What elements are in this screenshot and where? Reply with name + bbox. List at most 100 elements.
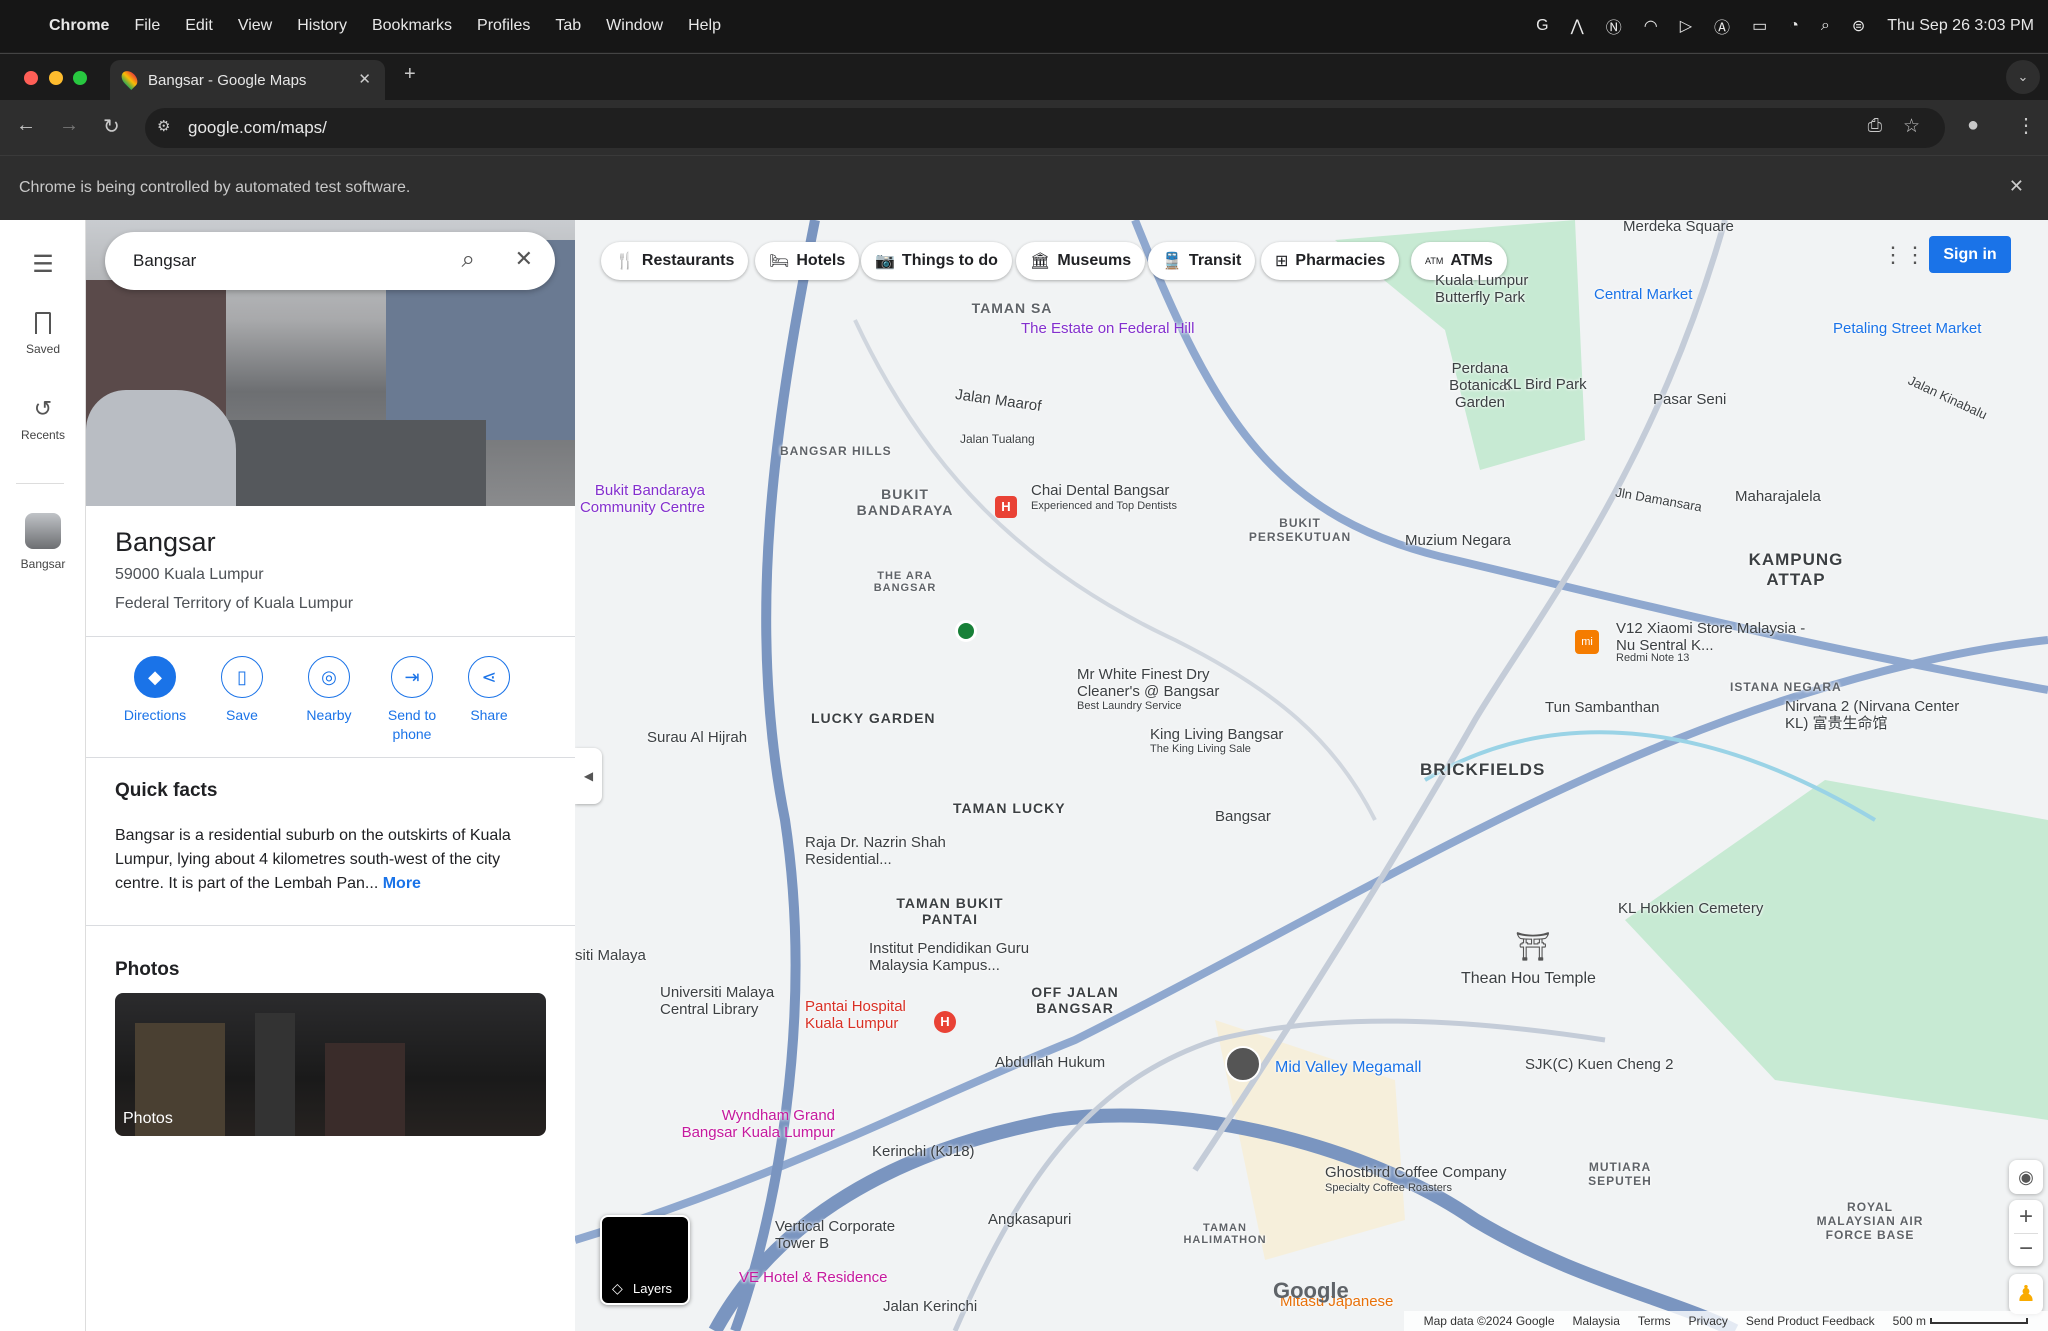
map-label[interactable]: THE ARA BANGSAR [860, 570, 950, 594]
menu-profiles[interactable]: Profiles [477, 17, 530, 35]
clock[interactable]: Thu Sep 26 3:03 PM [1887, 17, 2034, 35]
map-label[interactable]: Mr White Finest Dry Cleaner's @ Bangsar [1077, 666, 1267, 700]
map-label[interactable]: TAMAN SA [947, 300, 1077, 316]
site-info-icon[interactable]: ⚙ [157, 117, 170, 135]
menu-tab[interactable]: Tab [555, 17, 581, 35]
map-label[interactable]: ISTANA NEGARA [1730, 680, 1860, 694]
map-label[interactable]: Raja Dr. Nazrin Shah Residential... [805, 834, 995, 868]
status-icon-g[interactable]: G [1536, 17, 1548, 35]
map-label[interactable]: King Living Bangsar [1150, 726, 1283, 743]
map-label[interactable]: Nirvana 2 (Nirvana Center KL) 富贵生命馆 [1785, 698, 1985, 732]
search-input[interactable]: Bangsar [133, 251, 196, 271]
maximize-window-button[interactable] [73, 71, 87, 85]
zoom-in-button[interactable]: + [2019, 1200, 2033, 1233]
search-icon[interactable]: ⌕ [462, 246, 475, 274]
map-label[interactable]: Pantai Hospital Kuala Lumpur [805, 998, 925, 1032]
new-tab-button[interactable]: + [404, 63, 416, 86]
map-canvas[interactable]: 🍴 Restaurants 🛏 Hotels 📷 Things to do 🏛 Muse… [575, 220, 2048, 1331]
status-icon-network[interactable]: ⋀ [1571, 16, 1584, 36]
chrome-menu-icon[interactable]: ⋮ [2016, 113, 2036, 138]
temple-icon[interactable]: ⛩ [1515, 930, 1551, 963]
chip-things-to-do[interactable]: 📷 Things to do [861, 242, 1012, 280]
back-button[interactable]: ← [16, 114, 36, 137]
control-center-icon[interactable]: ⊜ [1852, 16, 1865, 36]
map-label[interactable]: Maharajalela [1735, 488, 1821, 505]
map-label[interactable]: SJK(C) Kuen Cheng 2 [1525, 1056, 1673, 1073]
map-label[interactable]: Vertical Corporate Tower B [775, 1218, 925, 1252]
map-label[interactable]: Kerinchi (KJ18) [872, 1143, 975, 1160]
clear-search-icon[interactable]: ✕ [515, 246, 533, 272]
terms-link[interactable]: Terms [1638, 1314, 1671, 1328]
map-label[interactable]: Thean Hou Temple [1461, 970, 1596, 988]
map-label[interactable]: Abdullah Hukum [995, 1054, 1105, 1071]
wifi-icon[interactable]: ◔ [1789, 17, 1799, 35]
map-label[interactable]: Universiti Malaya Central Library [660, 984, 790, 1018]
chip-museums[interactable]: 🏛 Museums [1016, 242, 1146, 280]
close-window-button[interactable] [24, 71, 38, 85]
tab-bangsar-google-maps[interactable]: Bangsar - Google Maps ✕ [110, 60, 385, 101]
map-label[interactable]: Jalan Tualang [960, 432, 1035, 446]
map-label[interactable]: Chai Dental Bangsar [1031, 482, 1169, 499]
map-label[interactable]: LUCKY GARDEN [811, 710, 961, 726]
play-icon[interactable]: ▷ [1680, 16, 1692, 36]
place-pin-marker-icon[interactable] [955, 620, 977, 642]
install-app-icon[interactable]: ⎙ [1868, 115, 1882, 136]
headphones-icon[interactable]: ◠ [1644, 16, 1658, 36]
map-label[interactable]: Angkasapuri [988, 1211, 1071, 1228]
rail-recent-bangsar[interactable]: Bangsar [0, 513, 86, 571]
search-box[interactable]: Bangsar ⌕ ✕ [105, 232, 555, 290]
menu-chrome[interactable]: Chrome [49, 17, 109, 35]
my-location-button[interactable]: ◉ [2009, 1160, 2043, 1194]
map-label[interactable]: Pasar Seni [1653, 391, 1726, 408]
map-label[interactable]: V12 Xiaomi Store Malaysia - Nu Sentral K… [1616, 620, 1816, 654]
layers-button[interactable]: ◇ Layers [600, 1215, 690, 1305]
rail-saved[interactable]: Saved [0, 312, 86, 356]
send-feedback-link[interactable]: Send Product Feedback [1746, 1314, 1875, 1328]
spotlight-search-icon[interactable]: ⌕ [1821, 17, 1830, 35]
chip-pharmacies[interactable]: ⊞ Pharmacies [1261, 242, 1400, 280]
tab-search-button[interactable]: ⌄ [2006, 60, 2040, 94]
map-label[interactable]: BUKIT BANDARAYA [855, 486, 955, 518]
map-label[interactable]: Merdeka Square [1623, 220, 1734, 235]
notion-icon[interactable]: Ⓝ [1606, 14, 1622, 38]
nearby-button[interactable]: ◎ Nearby [289, 656, 369, 725]
zoom-out-button[interactable]: − [2014, 1233, 2038, 1266]
more-link[interactable]: More [383, 875, 421, 892]
map-label[interactable]: Kuala Lumpur Butterfly Park [1435, 272, 1575, 306]
map-label[interactable]: Ghostbird Coffee Company [1325, 1164, 1507, 1181]
map-label[interactable]: Jalan Kerinchi [883, 1298, 977, 1315]
menu-view[interactable]: View [238, 17, 272, 35]
chip-hotels[interactable]: 🛏 Hotels [755, 242, 860, 280]
directions-button[interactable]: ◆ Directions [115, 656, 195, 725]
menu-hamburger-icon[interactable]: ☰ [0, 250, 86, 279]
sign-in-button[interactable]: Sign in [1929, 236, 2011, 273]
map-label[interactable]: VE Hotel & Residence [739, 1269, 887, 1286]
pegman-street-view-button[interactable]: ♟ [2009, 1274, 2043, 1314]
map-label[interactable]: TAMAN HALIMATHON [1175, 1222, 1275, 1246]
save-button[interactable]: ▯ Save [202, 656, 282, 725]
collapse-panel-button[interactable]: ◀ [575, 748, 602, 804]
map-label[interactable]: BUKIT PERSEKUTUAN [1245, 516, 1355, 544]
map-label[interactable]: Institut Pendidikan Guru Malaysia Kampus… [869, 940, 1069, 974]
map-label[interactable]: Tun Sambanthan [1545, 699, 1660, 716]
chip-transit[interactable]: 🚆 Transit [1148, 242, 1256, 280]
menu-history[interactable]: History [297, 17, 347, 35]
footer-region-link[interactable]: Malaysia [1573, 1314, 1620, 1328]
map-label[interactable]: Central Market [1594, 286, 1692, 303]
map-label[interactable]: TAMAN LUCKY [953, 800, 1083, 816]
profile-avatar-icon[interactable]: ● [1967, 114, 1979, 137]
minimize-window-button[interactable] [49, 71, 63, 85]
battery-icon[interactable]: ▭ [1752, 16, 1767, 36]
map-label[interactable]: ROYAL MALAYSIAN AIR FORCE BASE [1815, 1200, 1925, 1242]
map-label[interactable]: KL Bird Park [1503, 376, 1587, 393]
map-label[interactable]: siti Malaya [575, 947, 646, 964]
forward-button[interactable]: → [59, 114, 79, 137]
map-label[interactable]: KL Hokkien Cemetery [1618, 900, 1763, 917]
map-label[interactable]: Muzium Negara [1405, 532, 1511, 549]
hospital-marker-icon[interactable]: H [934, 1011, 956, 1033]
menu-bookmarks[interactable]: Bookmarks [372, 17, 452, 35]
map-label[interactable]: BANGSAR HILLS [780, 444, 930, 458]
map-label[interactable]: The Estate on Federal Hill [1021, 320, 1194, 337]
mall-photo-marker-icon[interactable] [1225, 1046, 1261, 1082]
map-label[interactable]: Wyndham Grand Bangsar Kuala Lumpur [665, 1107, 835, 1141]
